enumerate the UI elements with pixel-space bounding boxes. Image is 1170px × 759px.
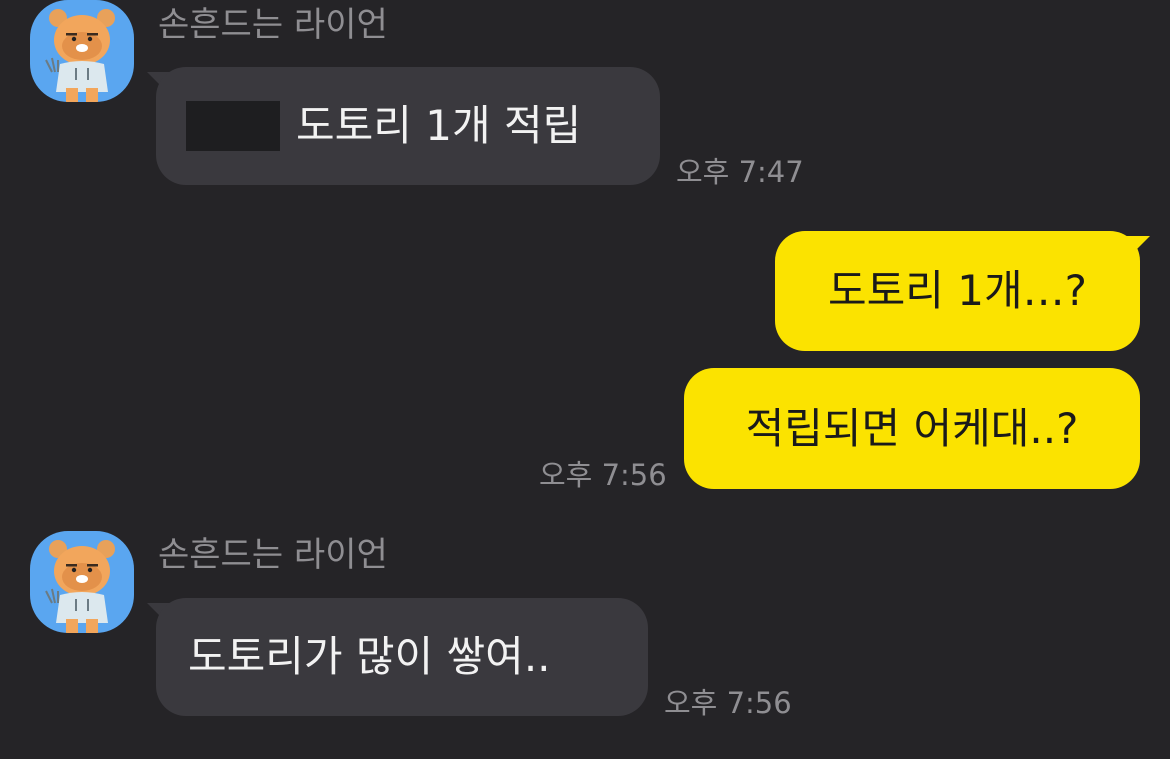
ryan-character-icon xyxy=(45,9,115,102)
message-text: 적립되면 어케대..? xyxy=(745,403,1079,453)
message-timestamp: 오후 7:56 xyxy=(664,686,792,720)
message-text: 도토리 1개…? xyxy=(828,266,1087,315)
avatar[interactable] xyxy=(30,531,134,633)
chat-window: 손흔드는 라이언 도토리 1개 적립 오후 7:47 도토리 1개…? 적립되면… xyxy=(0,0,1170,759)
outgoing-message-bubble[interactable]: 도토리 1개…? xyxy=(775,231,1140,351)
sender-name: 손흔드는 라이언 xyxy=(158,5,388,45)
incoming-message-bubble[interactable]: 도토리가 많이 쌓여.. xyxy=(156,598,648,716)
incoming-message-bubble[interactable]: 도토리 1개 적립 xyxy=(156,67,660,185)
avatar[interactable] xyxy=(30,0,134,102)
redacted-block xyxy=(186,101,280,151)
message-text: 도토리가 많이 쌓여.. xyxy=(188,632,551,681)
sender-name: 손흔드는 라이언 xyxy=(158,535,388,575)
message-timestamp: 오후 7:47 xyxy=(676,155,804,189)
ryan-character-icon xyxy=(45,540,115,633)
outgoing-message-bubble[interactable]: 적립되면 어케대..? xyxy=(684,368,1140,489)
message-text: 도토리 1개 적립 xyxy=(296,101,582,150)
message-timestamp: 오후 7:56 xyxy=(539,458,667,492)
